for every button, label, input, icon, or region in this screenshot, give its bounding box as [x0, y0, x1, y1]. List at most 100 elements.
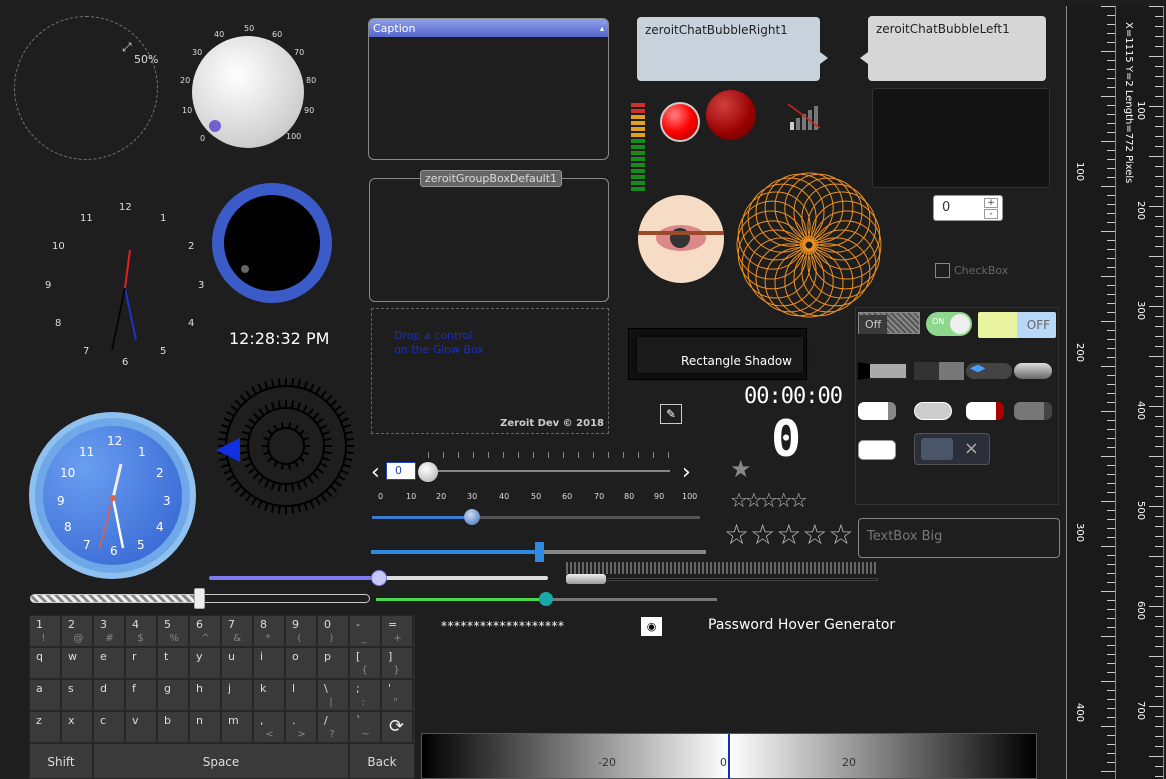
keyboard-key[interactable]: l — [285, 679, 317, 711]
blue-slider-thumb[interactable] — [535, 542, 544, 562]
keyboard-key[interactable]: j — [221, 679, 253, 711]
keyboard-key[interactable]: g — [157, 679, 189, 711]
keyboard-key[interactable]: v — [125, 711, 157, 743]
keyboard-key[interactable]: . > — [285, 711, 317, 743]
green-slider-thumb[interactable] — [539, 592, 553, 606]
keyboard-key[interactable]: n — [189, 711, 221, 743]
scale-slider-thumb[interactable] — [464, 509, 480, 525]
numeric-down-button[interactable]: - — [984, 209, 998, 219]
toggle-bar-2[interactable] — [914, 362, 964, 380]
keyboard-key[interactable]: w — [61, 647, 93, 679]
eyedropper-button[interactable]: ✎ — [660, 404, 682, 424]
keyboard-key[interactable]: , < — [253, 711, 285, 743]
keyboard-key[interactable]: 6 ^ — [189, 615, 221, 647]
keyboard-key[interactable]: b — [157, 711, 189, 743]
keyboard-key[interactable]: ]} — [381, 647, 413, 679]
keyboard-key[interactable]: = + — [381, 615, 413, 647]
vertical-ruler[interactable]: 100 200 300 400 — [1066, 6, 1116, 779]
toggle-pill-4[interactable] — [1014, 402, 1052, 420]
keyboard-key[interactable]: m — [221, 711, 253, 743]
striped-slider-thumb[interactable] — [194, 588, 205, 609]
numeric-updown[interactable]: 0 + - — [933, 195, 1003, 221]
keyboard-key[interactable]: e — [93, 647, 125, 679]
password-generator-label[interactable]: Password Hover Generator — [708, 617, 895, 633]
ticked-slider[interactable] — [566, 562, 878, 584]
keyboard-key[interactable]: x — [61, 711, 93, 743]
keyboard-key[interactable]: /? — [317, 711, 349, 743]
back-key[interactable]: Back — [349, 743, 415, 779]
numeric-up-button[interactable]: + — [984, 198, 998, 208]
keyboard-key[interactable]: f — [125, 679, 157, 711]
toggle-metallic[interactable] — [1014, 363, 1052, 379]
keyboard-key[interactable]: c — [93, 711, 125, 743]
ruler-tick — [1101, 681, 1115, 682]
refresh-key[interactable]: ⟳ — [381, 711, 413, 743]
checkbox[interactable]: CheckBox — [935, 263, 1008, 278]
keyboard-key[interactable]: 2 @ — [61, 615, 93, 647]
toggle-pill-1[interactable] — [858, 402, 896, 420]
checkbox-box[interactable] — [935, 263, 950, 278]
keyboard-key[interactable]: u — [221, 647, 253, 679]
slider-track[interactable] — [428, 470, 670, 472]
tick-ring-mark — [291, 505, 295, 514]
toggle-arrows[interactable]: ◀▶ — [966, 363, 1012, 379]
level-meter — [631, 103, 645, 193]
gradient-ruler[interactable]: -40 -20 0 20 40 — [421, 733, 1037, 779]
caption-bar[interactable]: Caption ▴ — [369, 19, 608, 37]
caption-collapse-icon[interactable]: ▴ — [600, 24, 604, 33]
keyboard-key[interactable]: h — [189, 679, 221, 711]
eye-toggle-icon[interactable]: ◉ — [641, 617, 662, 636]
keyboard-key[interactable]: z — [29, 711, 61, 743]
keyboard-key[interactable]: 1! — [29, 615, 61, 647]
toggle-bar-1[interactable] — [858, 362, 908, 380]
stopwatch-display: 00:00:00 — [744, 384, 843, 409]
keyboard-key[interactable]: - _ — [349, 615, 381, 647]
toggle-on-green[interactable]: ON — [926, 312, 972, 336]
keyboard-key[interactable]: \ | — [317, 679, 349, 711]
keyboard-key[interactable]: 3 # — [93, 615, 125, 647]
keyboard-key[interactable]: ;: — [349, 679, 381, 711]
shift-key[interactable]: Shift — [29, 743, 93, 779]
keyboard-key[interactable]: ` ~ — [349, 711, 381, 743]
close-icon[interactable]: × — [964, 438, 979, 459]
keyboard-key[interactable]: i — [253, 647, 285, 679]
toggle-pill-5[interactable] — [858, 440, 896, 460]
space-key[interactable]: Space — [93, 743, 349, 779]
keyboard-key[interactable]: r — [125, 647, 157, 679]
star-rating-small[interactable]: ☆☆☆☆☆ — [730, 488, 808, 512]
keyboard-key[interactable]: 9( — [285, 615, 317, 647]
slider-thumb[interactable] — [418, 462, 438, 482]
keyboard-key[interactable]: a — [29, 679, 61, 711]
ring-dial[interactable] — [212, 183, 332, 303]
keyboard-key[interactable]: 8 * — [253, 615, 285, 647]
next-arrow-button[interactable]: › — [682, 460, 691, 485]
scale-slider-track[interactable] — [372, 516, 700, 519]
textbox-big[interactable]: TextBox Big — [858, 518, 1060, 558]
keyboard-key[interactable]: d — [93, 679, 125, 711]
keyboard-key[interactable]: t — [157, 647, 189, 679]
single-star-icon[interactable]: ★ — [730, 455, 752, 483]
keyboard-key[interactable]: 4 $ — [125, 615, 157, 647]
star-rating-large[interactable]: ☆☆☆☆☆ — [724, 518, 855, 551]
keyboard-key[interactable]: 0) — [317, 615, 349, 647]
keyboard-key[interactable]: 5% — [157, 615, 189, 647]
keyboard-key[interactable]: p — [317, 647, 349, 679]
keyboard-key[interactable]: q — [29, 647, 61, 679]
keyboard-key[interactable]: ' " — [381, 679, 413, 711]
toggle-pill-2[interactable] — [914, 402, 952, 420]
keyboard-key[interactable]: 7 & — [221, 615, 253, 647]
prev-arrow-button[interactable]: ‹ — [371, 460, 380, 485]
ruler-tick — [1149, 206, 1163, 207]
toggle-off2-label: OFF — [1026, 318, 1050, 332]
keyboard-key[interactable]: y — [189, 647, 221, 679]
toggle-off-colored[interactable]: OFF — [978, 312, 1056, 338]
toggle-dark-close[interactable]: × — [914, 433, 990, 465]
keyboard-key[interactable]: k — [253, 679, 285, 711]
toggle-pill-3[interactable] — [966, 402, 1004, 420]
keyboard-key[interactable]: [{ — [349, 647, 381, 679]
ticked-slider-thumb[interactable] — [566, 574, 606, 584]
keyboard-key[interactable]: s — [61, 679, 93, 711]
purple-slider-thumb[interactable] — [371, 570, 387, 586]
toggle-off-hatched[interactable]: Off — [858, 312, 920, 334]
keyboard-key[interactable]: o — [285, 647, 317, 679]
